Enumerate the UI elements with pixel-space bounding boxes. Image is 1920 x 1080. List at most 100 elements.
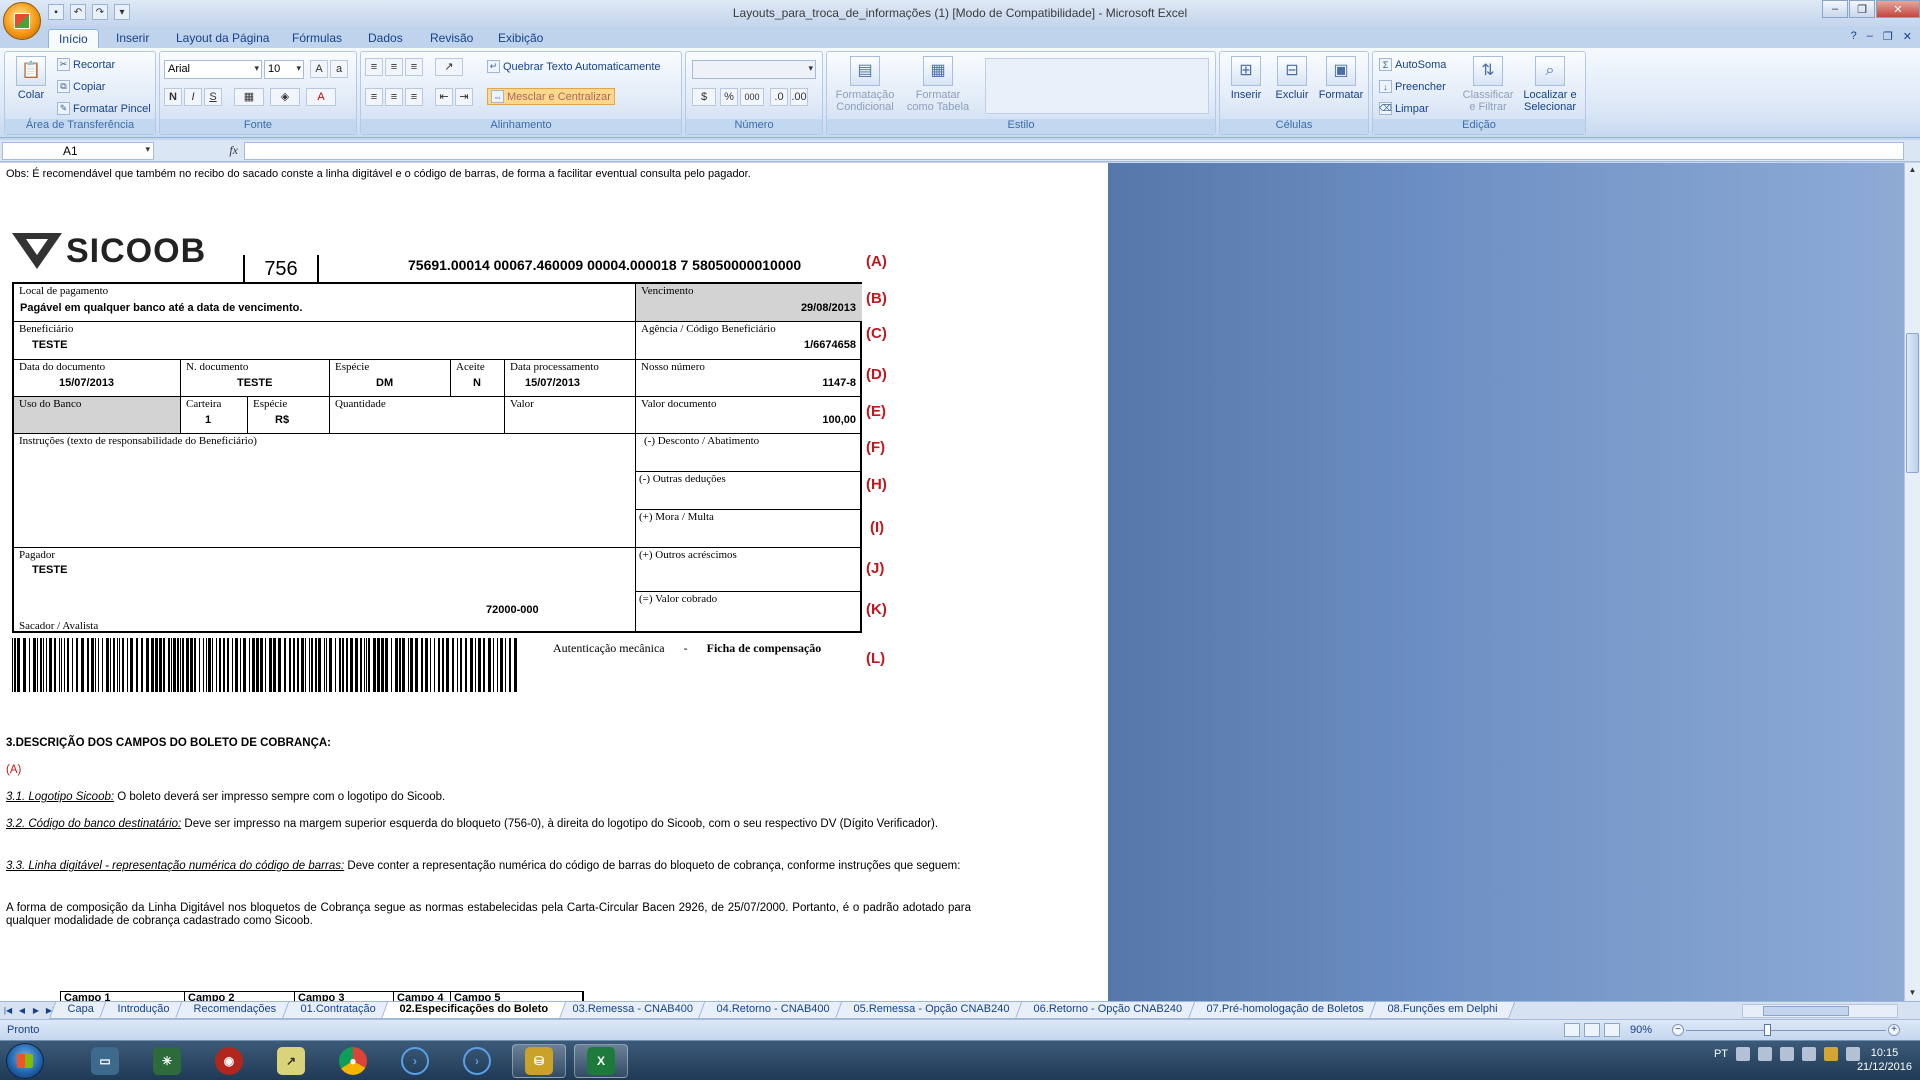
taskbar-app-chart[interactable]: ↗ — [264, 1044, 318, 1078]
taskbar-app-computer[interactable]: ▭ — [78, 1044, 132, 1078]
sheet-tab-recomendacoes[interactable]: Recomendações — [175, 1002, 294, 1019]
zoom-slider[interactable]: − + — [1672, 1024, 1900, 1037]
tab-inserir[interactable]: Inserir — [106, 29, 159, 48]
zoom-out-icon[interactable]: − — [1672, 1024, 1684, 1036]
zoom-in-icon[interactable]: + — [1888, 1024, 1900, 1036]
vertical-scroll-thumb[interactable] — [1906, 333, 1919, 473]
font-size-select[interactable]: 10 — [264, 60, 304, 79]
zoom-level[interactable]: 90% — [1630, 1024, 1652, 1036]
taskbar-app-network[interactable]: ✳ — [140, 1044, 194, 1078]
orientation-icon[interactable]: ↗ — [435, 58, 463, 76]
minimize-button[interactable]: – — [1822, 0, 1848, 18]
format-painter-button[interactable]: ✎ Formatar Pincel — [57, 102, 151, 115]
increase-decimal-icon[interactable]: .0 — [770, 88, 788, 106]
align-left-icon[interactable]: ≡ — [365, 88, 383, 106]
taskbar-app-blue-arrow[interactable]: › — [388, 1044, 442, 1078]
decrease-decimal-icon[interactable]: .00 — [790, 88, 808, 106]
security-tray-icon[interactable] — [1802, 1047, 1816, 1061]
sheet-tab-especificacoes[interactable]: 02.Especificações do Boleto — [380, 1002, 566, 1019]
wrap-text-button[interactable]: ↵ Quebrar Texto Automaticamente — [487, 60, 661, 73]
help-icon[interactable]: ? — [1851, 30, 1857, 43]
sort-filter-button[interactable]: ⇅ Classificar e Filtrar — [1461, 56, 1515, 113]
scroll-down-icon[interactable]: ▼ — [1907, 988, 1918, 999]
tab-formulas[interactable]: Fórmulas — [282, 29, 352, 48]
sheet-tab-remessa-400[interactable]: 03.Remessa - CNAB400 — [553, 1002, 711, 1019]
page-layout-view-icon[interactable] — [1584, 1023, 1600, 1037]
currency-icon[interactable]: $ — [692, 88, 716, 106]
insert-cells-button[interactable]: ⊞ Inserir — [1224, 56, 1268, 101]
keyboard-icon[interactable] — [1736, 1047, 1750, 1061]
cell-styles-gallery[interactable] — [985, 58, 1209, 114]
fill-button[interactable]: ↓ Preencher — [1379, 80, 1446, 93]
tab-inicio[interactable]: Início — [48, 29, 99, 48]
tab-layout[interactable]: Layout da Página — [166, 29, 279, 48]
wb-minimize-icon[interactable]: – — [1867, 30, 1873, 43]
align-center-icon[interactable]: ≡ — [385, 88, 403, 106]
clear-button[interactable]: ⌫ Limpar — [1379, 102, 1429, 115]
next-sheet-icon[interactable]: ▶ — [30, 1004, 42, 1017]
taskbar-app-red[interactable]: ◉ — [202, 1044, 256, 1078]
normal-view-icon[interactable] — [1564, 1023, 1580, 1037]
copy-button[interactable]: ⧉ Copiar — [57, 80, 105, 93]
sheet-tab-contratacao[interactable]: 01.Contratação — [281, 1002, 394, 1019]
sheet-tab-retorno-400[interactable]: 04.Retorno - CNAB400 — [697, 1002, 848, 1019]
sheet-tab-funcoes-delphi[interactable]: 08.Funções em Delphi — [1368, 1002, 1516, 1019]
network-tray-icon[interactable] — [1780, 1047, 1794, 1061]
vertical-scrollbar[interactable]: ▲ ▼ — [1904, 163, 1920, 1001]
worksheet[interactable]: Obs: É recomendável que também no recibo… — [0, 163, 1108, 1001]
tab-exibicao[interactable]: Exibição — [488, 29, 553, 48]
decrease-indent-icon[interactable]: ⇤ — [435, 88, 453, 106]
thousands-button[interactable]: 000 — [740, 88, 764, 106]
borders-icon[interactable]: ▦ — [234, 88, 264, 106]
taskbar-app-blue-arrow-2[interactable]: › — [450, 1044, 504, 1078]
align-bottom-icon[interactable]: ≡ — [405, 58, 423, 76]
update-tray-icon[interactable] — [1824, 1047, 1838, 1061]
number-format-select[interactable] — [692, 60, 816, 79]
format-table-button[interactable]: ▦ Formatar como Tabela — [903, 56, 973, 113]
tab-dados[interactable]: Dados — [358, 29, 413, 48]
font-name-select[interactable]: Arial — [164, 60, 262, 79]
find-select-button[interactable]: ⌕ Localizar e Selecionar — [1519, 56, 1581, 113]
align-right-icon[interactable]: ≡ — [405, 88, 423, 106]
sheet-tab-retorno-240[interactable]: 06.Retorno - Opção CNAB240 — [1015, 1002, 1200, 1019]
office-button[interactable] — [3, 2, 41, 40]
wb-close-icon[interactable]: ✕ — [1903, 30, 1912, 43]
taskbar-app-chrome[interactable]: ● — [326, 1044, 380, 1078]
tab-revisao[interactable]: Revisão — [420, 29, 483, 48]
italic-button[interactable]: I — [184, 88, 202, 106]
scroll-up-icon[interactable]: ▲ — [1907, 165, 1918, 176]
horizontal-scrollbar[interactable] — [1742, 1004, 1898, 1018]
font-color-icon[interactable]: A — [306, 88, 336, 106]
grow-font-icon[interactable]: A — [310, 60, 328, 78]
prev-sheet-icon[interactable]: ◀ — [16, 1004, 28, 1017]
close-button[interactable]: ✕ — [1876, 0, 1920, 18]
insert-function-icon[interactable]: fx — [160, 143, 244, 159]
page-break-view-icon[interactable] — [1604, 1023, 1620, 1037]
format-cells-button[interactable]: ▣ Formatar — [1316, 56, 1366, 101]
sheet-tab-remessa-240[interactable]: 05.Remessa - Opção CNAB240 — [835, 1002, 1028, 1019]
wb-restore-icon[interactable]: ❐ — [1883, 30, 1893, 43]
language-indicator[interactable]: PT — [1714, 1048, 1728, 1060]
merge-center-button[interactable]: ⇔ Mesclar e Centralizar — [487, 88, 615, 105]
shrink-font-icon[interactable]: a — [330, 60, 348, 78]
restore-button[interactable]: ❐ — [1849, 0, 1875, 18]
sheet-tab-introducao[interactable]: Introdução — [99, 1002, 188, 1019]
show-hidden-icon[interactable] — [1758, 1047, 1772, 1061]
first-sheet-icon[interactable]: |◀ — [2, 1004, 14, 1017]
clock[interactable]: 10:15 21/12/2016 — [1857, 1046, 1912, 1074]
delete-cells-button[interactable]: ⊟ Excluir — [1270, 56, 1314, 101]
horizontal-scroll-thumb[interactable] — [1763, 1006, 1849, 1016]
align-top-icon[interactable]: ≡ — [365, 58, 383, 76]
formula-input[interactable] — [244, 142, 1904, 160]
name-box[interactable]: A1 — [2, 142, 154, 160]
start-button[interactable] — [6, 1043, 44, 1079]
bold-button[interactable]: N — [164, 88, 182, 106]
taskbar-app-coins[interactable]: ⛁ — [512, 1044, 566, 1078]
paste-button[interactable]: 📋 Colar — [11, 56, 51, 101]
conditional-format-button[interactable]: ▤ Formatação Condicional — [833, 56, 897, 113]
cut-button[interactable]: ✂ Recortar — [57, 58, 115, 71]
align-middle-icon[interactable]: ≡ — [385, 58, 403, 76]
zoom-knob[interactable] — [1764, 1024, 1771, 1036]
underline-button[interactable]: S — [204, 88, 222, 106]
fill-color-icon[interactable]: ◈ — [270, 88, 300, 106]
